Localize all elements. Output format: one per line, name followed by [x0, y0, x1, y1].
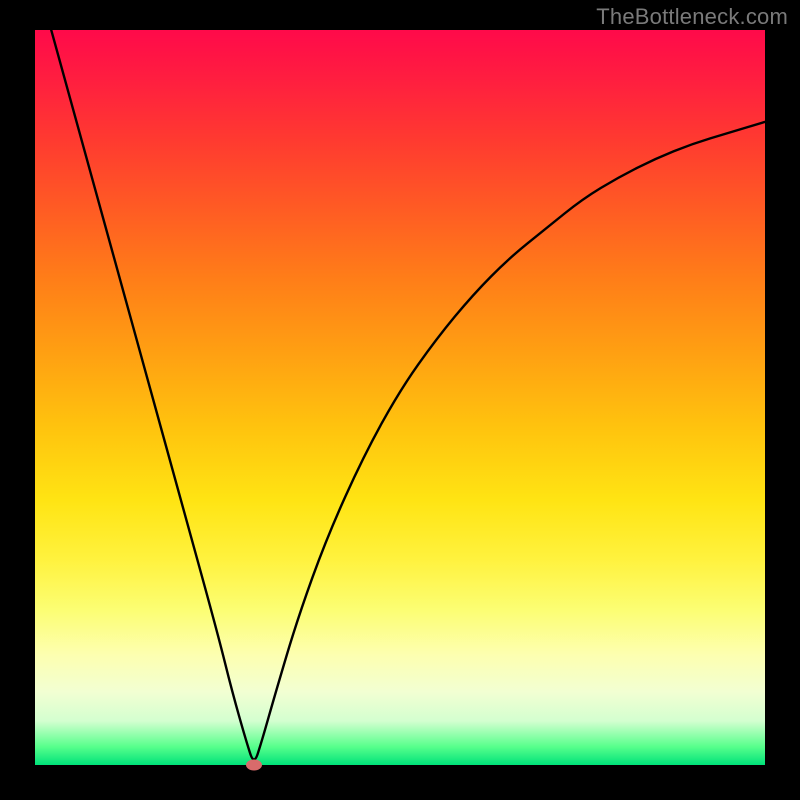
curve-svg — [35, 30, 765, 765]
watermark-text: TheBottleneck.com — [596, 4, 788, 30]
chart-frame: TheBottleneck.com — [0, 0, 800, 800]
plot-area — [35, 30, 765, 765]
bottleneck-curve — [35, 30, 765, 759]
min-marker — [246, 760, 262, 771]
